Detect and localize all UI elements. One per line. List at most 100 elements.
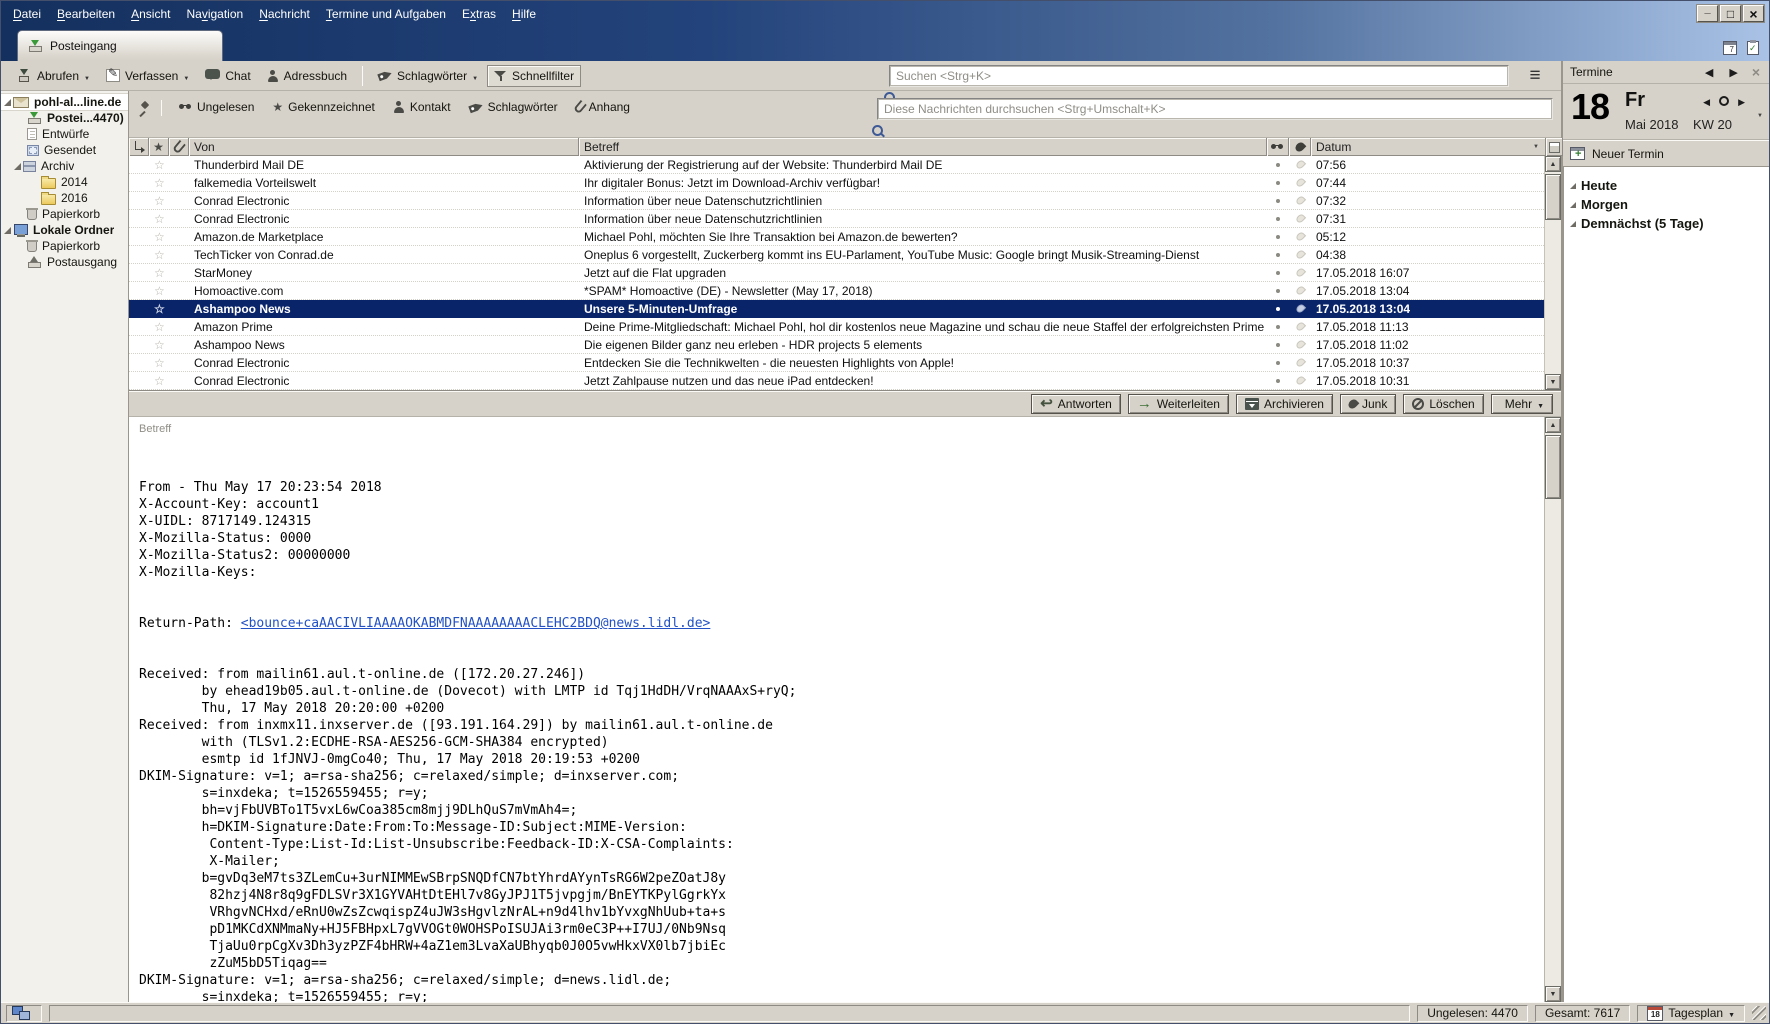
more-button[interactable]: Mehr [1490,393,1553,414]
filter-contact-button[interactable]: Kontakt [386,98,458,116]
message-row[interactable]: Ashampoo News Die eigenen Bilder ganz ne… [129,336,1544,354]
chevron-down-icon[interactable] [1757,106,1763,120]
star-toggle-icon[interactable] [149,266,169,280]
quick-filter-search-input[interactable] [877,98,1553,120]
twisty-icon[interactable] [1570,201,1576,208]
previous-arrow-button[interactable] [1701,66,1717,79]
folder-item[interactable]: Entwürfe [1,126,128,142]
folder-item[interactable]: 2016 [1,190,128,206]
get-mail-button[interactable]: Abrufen [9,65,97,87]
star-toggle-icon[interactable] [149,320,169,334]
next-day-button[interactable] [1738,94,1745,108]
junk-button[interactable]: Junk [1339,393,1397,414]
scrollbar-thumb[interactable] [1545,174,1561,220]
star-toggle-icon[interactable] [149,176,169,190]
tab-posteingang[interactable]: Posteingang [17,30,223,61]
chat-button[interactable]: Chat [198,65,257,87]
message-row[interactable]: Amazon Prime Deine Prime-Mitgliedschaft:… [129,318,1544,336]
junk-toggle-icon[interactable] [1289,232,1311,241]
junk-toggle-icon[interactable] [1289,178,1311,187]
thread-column-header[interactable] [129,138,149,156]
folder-item[interactable]: Papierkorb [1,206,128,222]
unread-dot-icon[interactable] [1267,252,1289,257]
star-toggle-icon[interactable] [149,302,169,316]
next-arrow-button[interactable] [1725,66,1741,79]
chevron-down-icon[interactable] [472,69,478,83]
message-row[interactable]: Conrad Electronic Entdecken Sie die Tech… [129,354,1544,372]
junk-toggle-icon[interactable] [1289,160,1311,169]
close-button[interactable] [1743,5,1764,22]
twisty-icon[interactable] [14,162,21,170]
menu-item[interactable]: Datei [5,4,49,24]
folder-item[interactable]: Archiv [1,158,128,174]
star-toggle-icon[interactable] [149,374,169,388]
delete-button[interactable]: Löschen [1403,393,1484,414]
folder-item[interactable]: Papierkorb [1,238,128,254]
forward-button[interactable]: Weiterleiten [1127,393,1229,414]
message-row[interactable]: Homoactive.com *SPAM* Homoactive (DE) - … [129,282,1544,300]
search-icon[interactable] [872,125,885,138]
scroll-up-button[interactable] [1545,417,1561,433]
addressbook-button[interactable]: Adressbuch [260,65,354,87]
previous-day-button[interactable] [1703,94,1710,108]
new-event-button[interactable]: Neuer Termin [1563,140,1769,167]
unread-dot-icon[interactable] [1267,378,1289,383]
star-column-header[interactable] [149,138,169,156]
column-picker-button[interactable] [1546,138,1563,156]
star-toggle-icon[interactable] [149,356,169,370]
star-toggle-icon[interactable] [149,284,169,298]
unread-dot-icon[interactable] [1267,342,1289,347]
agenda-section[interactable]: Morgen [1564,195,1769,214]
filter-tags-button[interactable]: Schlagwörter [462,98,565,116]
message-row[interactable]: Thunderbird Mail DE Aktivierung der Regi… [129,156,1544,174]
junk-column-header[interactable] [1289,138,1311,156]
junk-toggle-icon[interactable] [1289,196,1311,205]
message-row[interactable]: Conrad Electronic Information über neue … [129,210,1544,228]
message-row[interactable]: Amazon.de Marketplace Michael Pohl, möch… [129,228,1544,246]
unread-dot-icon[interactable] [1267,198,1289,203]
unread-dot-icon[interactable] [1267,234,1289,239]
star-toggle-icon[interactable] [149,338,169,352]
message-pane-scrollbar[interactable] [1544,417,1561,1002]
unread-dot-icon[interactable] [1267,288,1289,293]
menu-item[interactable]: Nachricht [251,4,318,24]
message-row[interactable]: Conrad Electronic Information über neue … [129,192,1544,210]
scrollbar-thumb[interactable] [1545,435,1561,499]
twisty-icon[interactable] [4,98,11,106]
menu-item[interactable]: Navigation [178,4,251,24]
star-toggle-icon[interactable] [149,230,169,244]
folder-item[interactable]: Lokale Ordner [1,222,128,238]
junk-toggle-icon[interactable] [1289,304,1311,313]
unread-column-header[interactable] [1267,138,1289,156]
junk-toggle-icon[interactable] [1289,322,1311,331]
tags-button[interactable]: Schlagwörter [371,65,485,87]
folder-item[interactable]: Postausgang [1,254,128,270]
dayplan-toggle-button[interactable]: 18 Tagesplan [1637,1004,1745,1022]
junk-toggle-icon[interactable] [1289,250,1311,259]
unread-dot-icon[interactable] [1267,324,1289,329]
menu-item[interactable]: Extras [454,4,504,24]
message-row[interactable]: Ashampoo News Unsere 5-Minuten-Umfrage 1… [129,300,1544,318]
twisty-icon[interactable] [1570,182,1576,189]
tasks-tab-button[interactable] [1747,40,1759,55]
message-list-scrollbar[interactable] [1544,156,1561,390]
filter-starred-button[interactable]: Gekennzeichnet [265,98,382,116]
chevron-down-icon[interactable] [183,69,189,83]
star-toggle-icon[interactable] [149,248,169,262]
unread-dot-icon[interactable] [1267,270,1289,275]
subject-column-header[interactable]: Betreff [579,138,1267,156]
today-circle-button[interactable] [1719,96,1730,106]
scroll-up-button[interactable] [1545,156,1561,172]
message-row[interactable]: StarMoney Jetzt auf die Flat upgraden 17… [129,264,1544,282]
unread-dot-icon[interactable] [1267,180,1289,185]
scroll-down-button[interactable] [1545,986,1561,1002]
compose-button[interactable]: Verfassen [99,65,196,87]
star-toggle-icon[interactable] [149,158,169,172]
filter-unread-button[interactable]: Ungelesen [172,98,261,116]
filter-attachment-button[interactable]: Anhang [569,98,637,116]
scroll-down-button[interactable] [1545,374,1561,390]
junk-toggle-icon[interactable] [1289,340,1311,349]
attachment-column-header[interactable] [169,138,189,156]
star-toggle-icon[interactable] [149,212,169,226]
folder-item[interactable]: Postei...4470) [1,110,128,126]
